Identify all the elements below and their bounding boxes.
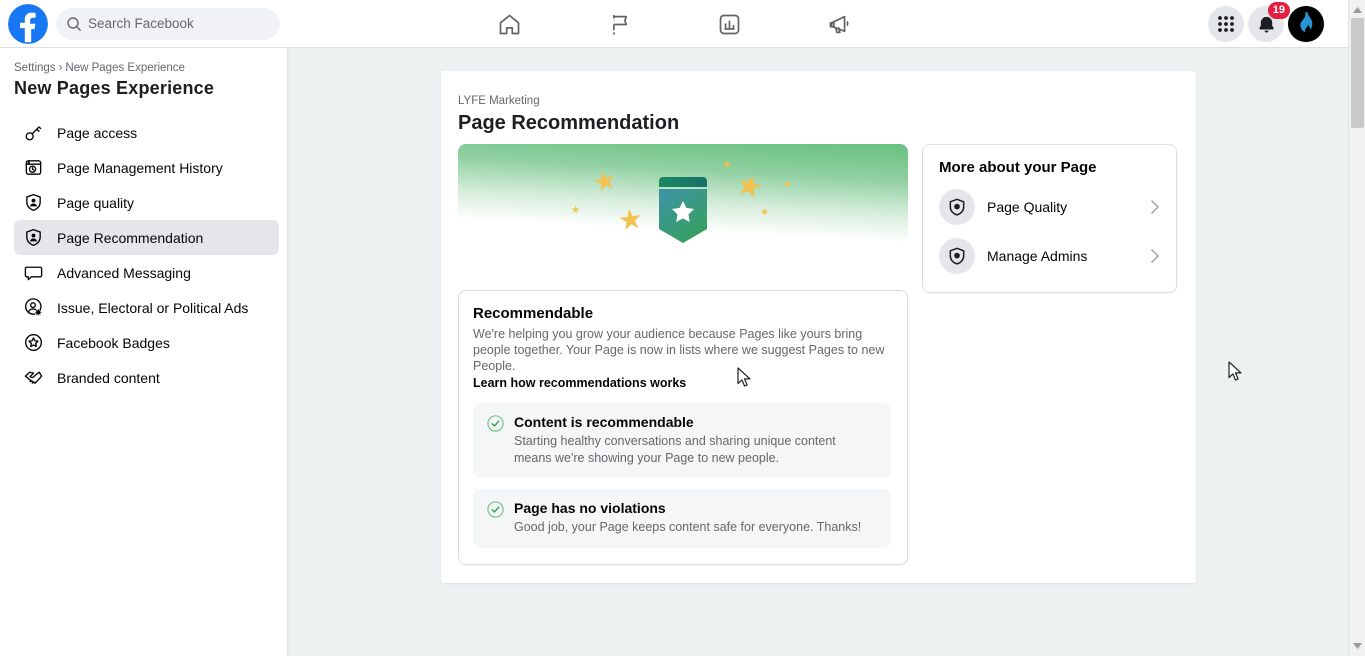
recommendation-banner-illustration: ★ ★ ★ ★ ★ ★ ★ [458, 144, 908, 280]
page-owner-label: LYFE Marketing [458, 95, 540, 107]
sidebar-item-label: Page Recommendation [57, 229, 204, 246]
browser-scrollbar[interactable] [1348, 0, 1365, 656]
sidebar-item-facebook-badges[interactable]: Facebook Badges [14, 325, 279, 360]
scrollbar-down-arrow[interactable] [1349, 638, 1365, 654]
megaphone-icon [829, 15, 848, 33]
more-about-manage-admins[interactable]: Manage Admins [939, 238, 1162, 274]
main-content-area: LYFE Marketing Page Recommendation ★ ★ ★… [289, 48, 1348, 656]
check-description: Starting healthy conversations and shari… [514, 434, 836, 465]
key-icon [22, 122, 44, 144]
star-decoration: ★ [589, 163, 620, 199]
sidebar-item-label: Page quality [57, 194, 135, 211]
more-about-page-quality[interactable]: Page Quality [939, 189, 1162, 225]
tab-insights[interactable] [674, 0, 784, 48]
breadcrumb-separator: › [58, 62, 63, 74]
check-circle-icon [487, 415, 504, 432]
tab-home[interactable] [454, 0, 564, 48]
chevron-right-icon [1151, 249, 1159, 263]
sidebar-item-page-access[interactable]: Page access [14, 115, 279, 150]
recommendable-card: Recommendable We're helping you grow you… [458, 290, 908, 565]
check-no-violations: Page has no violations Good job, your Pa… [473, 489, 891, 548]
settings-sidebar: Settings › New Pages Experience New Pages … [0, 48, 288, 656]
insights-chart-icon [719, 14, 739, 34]
check-description: Good job, your Page keeps content safe f… [514, 520, 862, 534]
scrollbar-up-arrow[interactable] [1349, 2, 1365, 18]
search-bar[interactable] [56, 7, 280, 40]
more-about-item-label: Manage Admins [987, 248, 1088, 264]
navbar-tabs [454, 0, 894, 48]
shield-icon [939, 189, 975, 225]
sidebar-item-issue-electoral-political-ads[interactable]: Issue, Electoral or Political Ads [14, 290, 279, 325]
sidebar-title: New Pages Experience [14, 78, 215, 98]
breadcrumb-settings[interactable]: Settings [14, 62, 56, 74]
flag-icon [612, 14, 627, 35]
learn-recommendations-link[interactable]: Learn how recommendations works [473, 375, 686, 392]
chevron-right-icon [1151, 200, 1159, 214]
search-icon [67, 16, 81, 31]
award-ribbon-star-badge [659, 177, 707, 243]
page-recommendation-panel: LYFE Marketing Page Recommendation ★ ★ ★… [441, 71, 1196, 583]
sidebar-item-label: Facebook Badges [57, 334, 170, 351]
facebook-logo[interactable] [8, 3, 48, 44]
search-input[interactable] [88, 16, 258, 31]
sidebar-item-branded-content[interactable]: Branded content [14, 360, 279, 395]
sidebar-item-page-quality[interactable]: Page quality [14, 185, 279, 220]
page-title: Page Recommendation [458, 112, 680, 134]
breadcrumb-current: New Pages Experience [65, 62, 185, 74]
check-title: Content is recommendable [514, 414, 694, 430]
sidebar-item-page-recommendation[interactable]: Page Recommendation [14, 220, 279, 255]
history-window-icon [22, 157, 44, 179]
star-decoration: ★ [783, 179, 792, 190]
star-decoration: ★ [732, 166, 768, 207]
sidebar-item-label: Page access [57, 124, 138, 141]
star-decoration: ★ [615, 202, 646, 237]
apps-menu-button[interactable] [1208, 6, 1244, 42]
tab-ads[interactable] [784, 0, 894, 48]
check-circle-icon [487, 501, 504, 518]
shield-icon [939, 238, 975, 274]
sidebar-nav: Page access Page Management History Page… [14, 115, 279, 395]
sidebar-item-label: Issue, Electoral or Political Ads [57, 299, 249, 316]
lyfe-flame-logo [1288, 6, 1324, 42]
home-icon [499, 14, 519, 34]
app-grid-icon [1218, 16, 1234, 32]
notification-badge: 19 [1267, 2, 1290, 19]
scrollbar-thumb[interactable] [1351, 18, 1364, 128]
more-about-item-label: Page Quality [987, 199, 1068, 215]
check-content-recommendable: Content is recommendable Starting health… [473, 403, 891, 478]
top-navbar: 19 [0, 0, 1348, 48]
person-gear-icon [22, 297, 44, 319]
badge-star-icon [22, 332, 44, 354]
sidebar-item-label: Branded content [57, 369, 160, 386]
breadcrumb: Settings › New Pages Experience [14, 62, 279, 74]
tab-pages[interactable] [564, 0, 674, 48]
notifications-button[interactable]: 19 [1248, 2, 1290, 42]
check-title: Page has no violations [514, 500, 666, 516]
profile-avatar[interactable] [1288, 6, 1324, 42]
recommendable-title: Recommendable [473, 305, 594, 322]
sidebar-item-advanced-messaging[interactable]: Advanced Messaging [14, 255, 279, 290]
chat-bubble-icon [22, 262, 44, 284]
sidebar-item-label: Advanced Messaging [57, 264, 191, 281]
star-decoration: ★ [760, 207, 769, 218]
navbar-right-cluster: 19 [1208, 2, 1324, 42]
more-about-title: More about your Page [939, 159, 1097, 176]
recommendable-description: We're helping you grow your audience bec… [473, 327, 885, 373]
star-decoration: ★ [722, 159, 732, 171]
shield-person-icon [22, 192, 44, 214]
star-decoration: ★ [571, 205, 580, 216]
handshake-icon [22, 367, 44, 389]
shield-person-icon [22, 227, 44, 249]
more-about-card: More about your Page Page Quality Manage… [922, 144, 1177, 293]
sidebar-item-page-management-history[interactable]: Page Management History [14, 150, 279, 185]
sidebar-item-label: Page Management History [57, 159, 223, 176]
